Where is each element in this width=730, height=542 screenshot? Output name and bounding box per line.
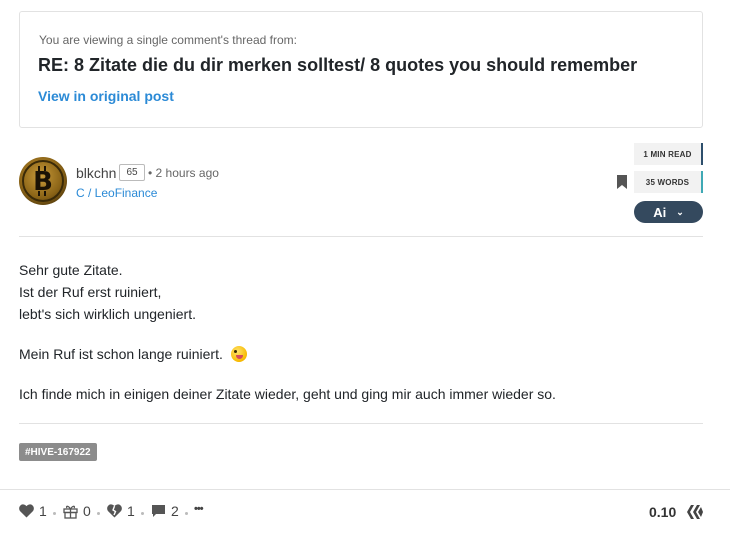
- body-divider: [19, 423, 703, 424]
- chevron-down-icon: ⌄: [676, 206, 684, 217]
- thread-notice-box: You are viewing a single comment's threa…: [19, 11, 703, 128]
- comment-body: Sehr gute Zitate. Ist der Ruf erst ruini…: [19, 259, 703, 423]
- post-timestamp: • 2 hours ago: [148, 166, 219, 180]
- header-divider: [19, 236, 703, 237]
- separator-dot: [53, 512, 56, 515]
- author-name[interactable]: blkchn: [76, 165, 116, 181]
- word-count-badge: 35 WORDS: [634, 171, 703, 193]
- broken-heart-icon: [107, 504, 122, 518]
- more-options-button[interactable]: •••: [194, 503, 204, 515]
- svg-text:B: B: [33, 167, 53, 197]
- hive-icon: [687, 505, 703, 519]
- separator-dot: [97, 512, 100, 515]
- body-line-2: Ist der Ruf erst ruiniert,: [19, 284, 162, 300]
- read-time-badge: 1 MIN READ: [634, 143, 703, 165]
- more-icon: •••: [194, 503, 204, 515]
- upvote-count: 1: [39, 503, 47, 519]
- tip-button[interactable]: 0: [63, 503, 91, 519]
- bitcoin-icon: B: [22, 160, 64, 202]
- reputation-badge: 65: [119, 164, 145, 181]
- comment-icon: [152, 505, 165, 517]
- tip-count: 0: [83, 503, 91, 519]
- paragraph-1: Sehr gute Zitate. Ist der Ruf erst ruini…: [19, 259, 703, 325]
- ai-dropdown-button[interactable]: Ai ⌄: [634, 201, 703, 223]
- paragraph-3: Ich finde mich in einigen deiner Zitate …: [19, 386, 556, 402]
- view-original-post-link[interactable]: View in original post: [38, 88, 174, 104]
- action-footer: 1 0 1 2 ••• 0.10: [0, 489, 730, 542]
- thread-notice-text: You are viewing a single comment's threa…: [39, 33, 297, 47]
- bookmark-icon[interactable]: [617, 175, 627, 189]
- upvote-button[interactable]: 1: [19, 503, 47, 519]
- downvote-count: 1: [127, 503, 135, 519]
- separator-dot: [141, 512, 144, 515]
- comment-count: 2: [171, 503, 179, 519]
- paragraph-2: Mein Ruf ist schon lange ruiniert.: [19, 343, 703, 365]
- community-link[interactable]: C / LeoFinance: [76, 186, 157, 200]
- gift-icon: [63, 505, 78, 519]
- body-line-3: lebt's sich wirklich ungeniert.: [19, 306, 196, 322]
- heart-icon: [19, 504, 34, 518]
- payout-value[interactable]: 0.10: [649, 504, 676, 520]
- ai-label: Ai: [653, 204, 667, 220]
- downvote-button[interactable]: 1: [107, 503, 135, 519]
- body-line-4: Mein Ruf ist schon lange ruiniert.: [19, 346, 223, 362]
- body-line-1: Sehr gute Zitate.: [19, 262, 123, 278]
- separator-dot: [185, 512, 188, 515]
- crazy-face-emoji-icon: [230, 346, 247, 362]
- avatar[interactable]: B: [19, 157, 67, 205]
- tag-hive-community[interactable]: #HIVE-167922: [19, 443, 97, 461]
- thread-title[interactable]: RE: 8 Zitate die du dir merken solltest/…: [38, 55, 637, 76]
- comments-button[interactable]: 2: [151, 503, 179, 519]
